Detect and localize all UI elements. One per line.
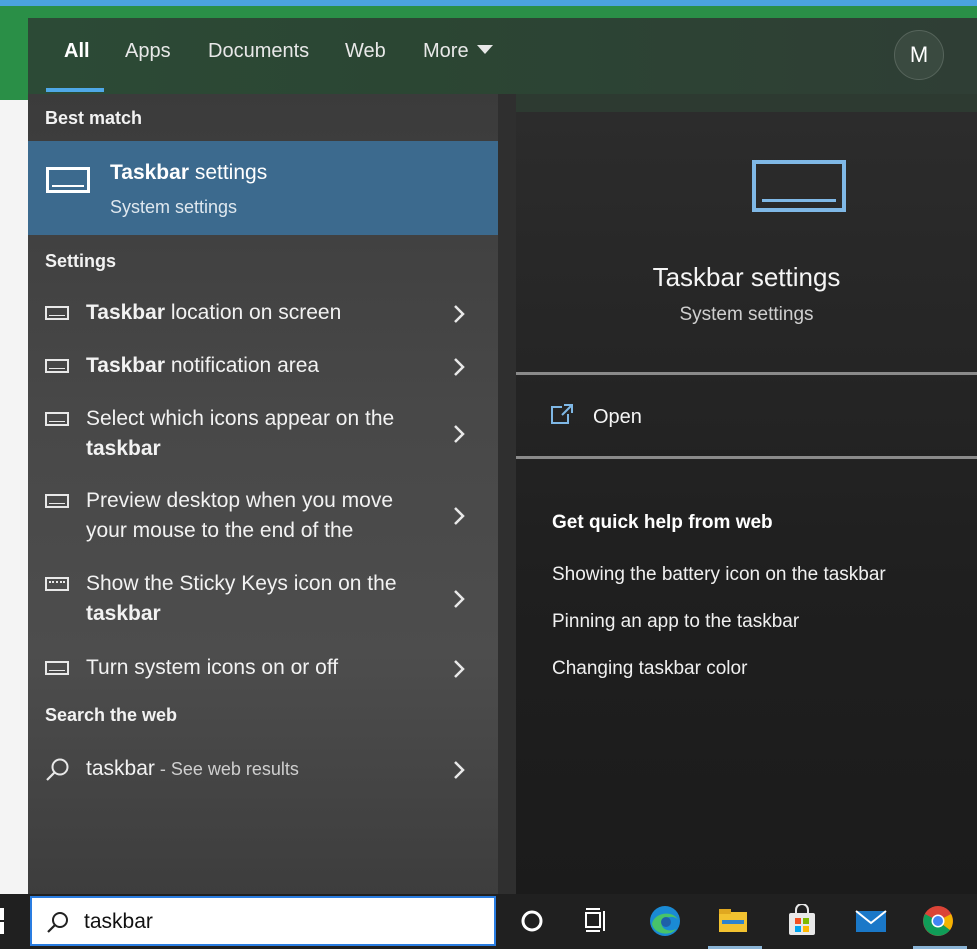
tab-apps[interactable]: Apps bbox=[125, 40, 171, 63]
settings-item-label: Taskbar notification area bbox=[86, 354, 320, 377]
background-app-content bbox=[0, 100, 28, 894]
mail-icon[interactable] bbox=[854, 904, 888, 938]
task-view-icon[interactable] bbox=[580, 904, 614, 938]
results-list: Best match Taskbar settings System setti… bbox=[28, 94, 498, 894]
help-link-battery[interactable]: Showing the battery icon on the taskbar bbox=[552, 564, 886, 586]
web-search-result[interactable]: taskbar - See web results bbox=[28, 748, 498, 792]
help-title: Get quick help from web bbox=[552, 512, 773, 533]
settings-item-sticky-keys[interactable]: Show the Sticky Keys icon on the taskbar bbox=[28, 567, 498, 631]
tab-web[interactable]: Web bbox=[345, 40, 386, 63]
chevron-down-icon bbox=[476, 45, 493, 55]
monitor-icon bbox=[45, 661, 69, 675]
tab-more[interactable]: More bbox=[423, 40, 493, 63]
help-link-color[interactable]: Changing taskbar color bbox=[552, 658, 747, 680]
chevron-right-icon bbox=[454, 425, 465, 443]
windows-start-icon[interactable] bbox=[0, 908, 8, 934]
search-icon bbox=[47, 912, 68, 933]
search-input[interactable] bbox=[82, 906, 486, 938]
divider bbox=[516, 372, 977, 375]
section-best-match: Best match bbox=[45, 108, 143, 128]
web-result-label: taskbar - See web results bbox=[86, 757, 299, 780]
monitor-icon bbox=[46, 167, 90, 193]
open-label: Open bbox=[593, 406, 642, 428]
chevron-right-icon bbox=[454, 761, 465, 779]
section-search-web: Search the web bbox=[45, 705, 178, 725]
open-action[interactable]: Open bbox=[516, 392, 977, 442]
monitor-icon bbox=[45, 412, 69, 426]
divider bbox=[516, 456, 977, 459]
settings-item-system-icons[interactable]: Turn system icons on or off bbox=[28, 651, 498, 691]
best-match-subtitle: System settings bbox=[110, 197, 238, 217]
taskbar bbox=[0, 894, 977, 949]
keyboard-icon bbox=[45, 577, 69, 591]
monitor-icon bbox=[45, 494, 69, 508]
best-match-item[interactable]: Taskbar settings System settings bbox=[28, 141, 498, 235]
chevron-right-icon bbox=[454, 660, 465, 678]
settings-item-label: Turn system icons on or off bbox=[86, 656, 339, 679]
edge-icon[interactable] bbox=[648, 904, 682, 938]
best-match-title: Taskbar settings bbox=[110, 161, 268, 184]
monitor-icon bbox=[45, 306, 69, 320]
monitor-icon bbox=[752, 160, 846, 212]
settings-item-label: Select which icons appear on the taskbar bbox=[86, 407, 395, 460]
taskbar-search-box[interactable] bbox=[30, 896, 496, 946]
cortana-icon[interactable] bbox=[515, 904, 549, 938]
settings-item-label: Show the Sticky Keys icon on the taskbar bbox=[86, 572, 397, 625]
avatar[interactable]: M bbox=[894, 30, 944, 80]
detail-pane: Taskbar settings System settings Open Ge… bbox=[516, 112, 977, 894]
settings-item-preview-desktop[interactable]: Preview desktop when you move your mouse… bbox=[28, 484, 498, 548]
detail-title: Taskbar settings bbox=[652, 262, 841, 292]
chevron-right-icon bbox=[454, 305, 465, 323]
search-filter-header: All Apps Documents Web More M bbox=[28, 18, 977, 94]
chevron-right-icon bbox=[454, 590, 465, 608]
settings-item-label: Preview desktop when you move your mouse… bbox=[86, 489, 393, 542]
help-link-pinning[interactable]: Pinning an app to the taskbar bbox=[552, 611, 799, 633]
start-search-panel: All Apps Documents Web More M Best match… bbox=[28, 18, 977, 894]
chevron-right-icon bbox=[454, 507, 465, 525]
active-tab-indicator bbox=[46, 88, 104, 92]
tab-all[interactable]: All bbox=[64, 40, 90, 63]
settings-item-notification-area[interactable]: Taskbar notification area bbox=[28, 349, 498, 389]
tab-documents[interactable]: Documents bbox=[208, 40, 309, 63]
pane-separator bbox=[498, 94, 516, 894]
monitor-icon bbox=[45, 359, 69, 373]
section-settings: Settings bbox=[45, 251, 117, 271]
background-app-edge bbox=[0, 18, 28, 100]
detail-header-strip bbox=[516, 94, 977, 112]
file-explorer-icon[interactable] bbox=[716, 904, 750, 938]
chrome-icon[interactable] bbox=[921, 904, 955, 938]
detail-subtitle: System settings bbox=[679, 304, 814, 325]
store-icon[interactable] bbox=[785, 904, 819, 938]
settings-item-label: Taskbar location on screen bbox=[86, 301, 342, 324]
background-app-bar bbox=[0, 6, 977, 18]
settings-item-taskbar-location[interactable]: Taskbar location on screen bbox=[28, 296, 498, 336]
chevron-right-icon bbox=[454, 358, 465, 376]
search-icon bbox=[46, 758, 69, 781]
settings-item-select-icons[interactable]: Select which icons appear on the taskbar bbox=[28, 402, 498, 466]
tab-more-label: More bbox=[423, 40, 469, 62]
open-external-icon bbox=[551, 404, 573, 424]
